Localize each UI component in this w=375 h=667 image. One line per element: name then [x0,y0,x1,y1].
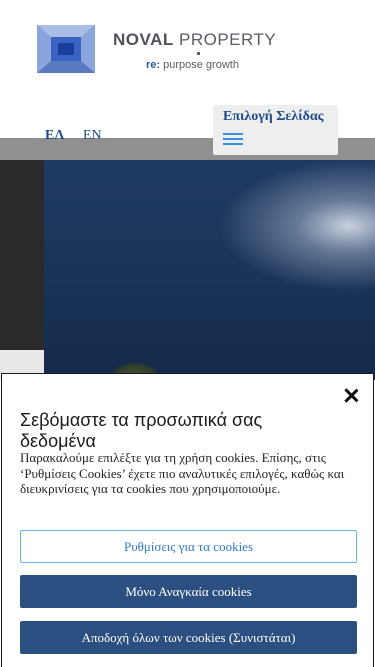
brand-name: NOVAL PROPERTY [113,30,276,50]
accept-all-cookies-button[interactable]: Αποδοχή όλων των cookies (Συνιστάται) [20,621,357,654]
necessary-cookies-button[interactable]: Μόνο Αναγκαία cookies [20,575,357,608]
brand-name-bold: NOVAL [113,30,174,49]
tagline-text: purpose growth [163,59,239,71]
cookie-text: Παρακαλούμε επιλέξτε για τη χρήση cookie… [20,450,345,496]
page-select-menu[interactable]: Επιλογή Σελίδας [213,105,338,155]
lang-el-link[interactable]: ΕΛ [45,128,64,144]
tagline-prefix: re: [146,59,161,71]
brand-name-suffix: PROPERTY [178,30,277,49]
lang-en-link[interactable]: EN [83,128,102,144]
cookie-title: Σεβόμαστε τα προσωπικά σας δεδομένα [20,410,263,451]
menu-icon[interactable] [223,133,243,147]
hero-image [44,160,375,380]
close-icon[interactable] [343,388,359,404]
page-select-label: Επιλογή Σελίδας [223,109,324,124]
cookie-dialog: Σεβόμαστε τα προσωπικά σας δεδομένα Παρα… [1,373,374,667]
brand-dot [197,52,200,55]
cookie-settings-button[interactable]: Ρυθμίσεις για τα cookies [20,530,357,563]
noval-logo-icon [37,25,95,73]
brand-tagline: re: purpose growth [146,59,239,71]
hero-dark-panel [0,160,44,350]
site-logo[interactable]: NOVAL PROPERTY re: purpose growth [37,25,287,75]
